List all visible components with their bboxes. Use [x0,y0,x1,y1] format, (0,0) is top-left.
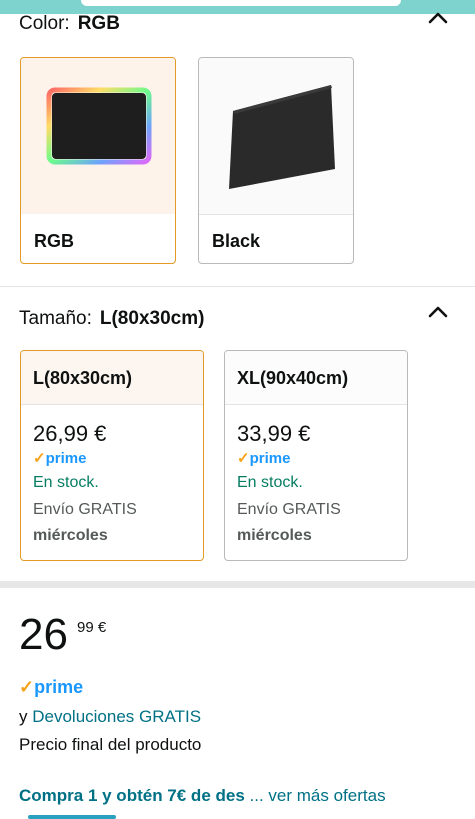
top-status-bar [0,0,475,14]
prime-check-icon: ✓ [19,677,35,697]
price-fraction: 99 € [77,619,107,636]
rgb-mousepad-image [21,58,175,214]
main-price: 26 99 € [19,610,106,659]
final-price-note: Precio final del producto [19,735,202,754]
size-option-header: L(80x30cm) [21,351,203,405]
scroll-indicator [28,815,116,819]
prime-badge: ✓prime [33,450,87,467]
stock-status: En stock. [237,474,303,491]
color-label-row: Color: RGB [19,13,120,35]
promo-offer-link[interactable]: Compra 1 y obtén 7€ de des ... ver más o… [19,786,386,806]
size-option-l[interactable]: L(80x30cm) 26,99 € ✓prime En stock. Enví… [20,350,204,561]
chevron-up-icon[interactable] [427,305,449,319]
prime-check-icon: ✓ [237,450,250,467]
color-option-black[interactable]: Black [198,57,354,264]
chevron-up-icon[interactable] [427,11,449,25]
prime-badge: ✓prime [19,677,84,697]
black-mousepad-image [199,58,353,215]
free-returns-link[interactable]: Devoluciones GRATIS [32,707,201,726]
delivery-day: miércoles [33,527,108,544]
size-option-xl[interactable]: XL(90x40cm) 33,99 € ✓prime En stock. Env… [224,350,408,561]
top-tab-shape [81,0,401,6]
size-option-header: XL(90x40cm) [225,351,407,405]
color-label: Color: [19,13,70,34]
returns-prefix: y [19,707,28,726]
size-label-row: Tamaño: L(80x30cm) [19,308,204,330]
more-offers-link[interactable]: ... ver más ofertas [250,786,386,805]
stock-status: En stock. [33,474,99,491]
color-option-label: Black [212,231,261,251]
size-label: Tamaño: [19,308,92,329]
prime-check-icon: ✓ [33,450,46,467]
size-option-price: 33,99 € [237,421,311,446]
color-option-label: RGB [34,231,74,251]
prime-badge: ✓prime [237,450,291,467]
size-option-name: L(80x30cm) [33,368,133,388]
size-value: L(80x30cm) [99,308,205,329]
size-option-name: XL(90x40cm) [237,368,349,388]
shipping-info: Envío GRATIS [237,501,341,518]
shipping-info: Envío GRATIS [33,501,137,518]
size-option-price: 26,99 € [33,421,107,446]
section-divider [0,286,475,287]
returns-line: y Devoluciones GRATIS [19,707,201,727]
delivery-day: miércoles [237,527,312,544]
promo-text: Compra 1 y obtén 7€ de des [19,786,245,805]
color-value: RGB [77,13,120,34]
section-divider [0,581,475,588]
color-option-rgb[interactable]: RGB [20,57,176,264]
price-whole: 26 [19,610,68,659]
